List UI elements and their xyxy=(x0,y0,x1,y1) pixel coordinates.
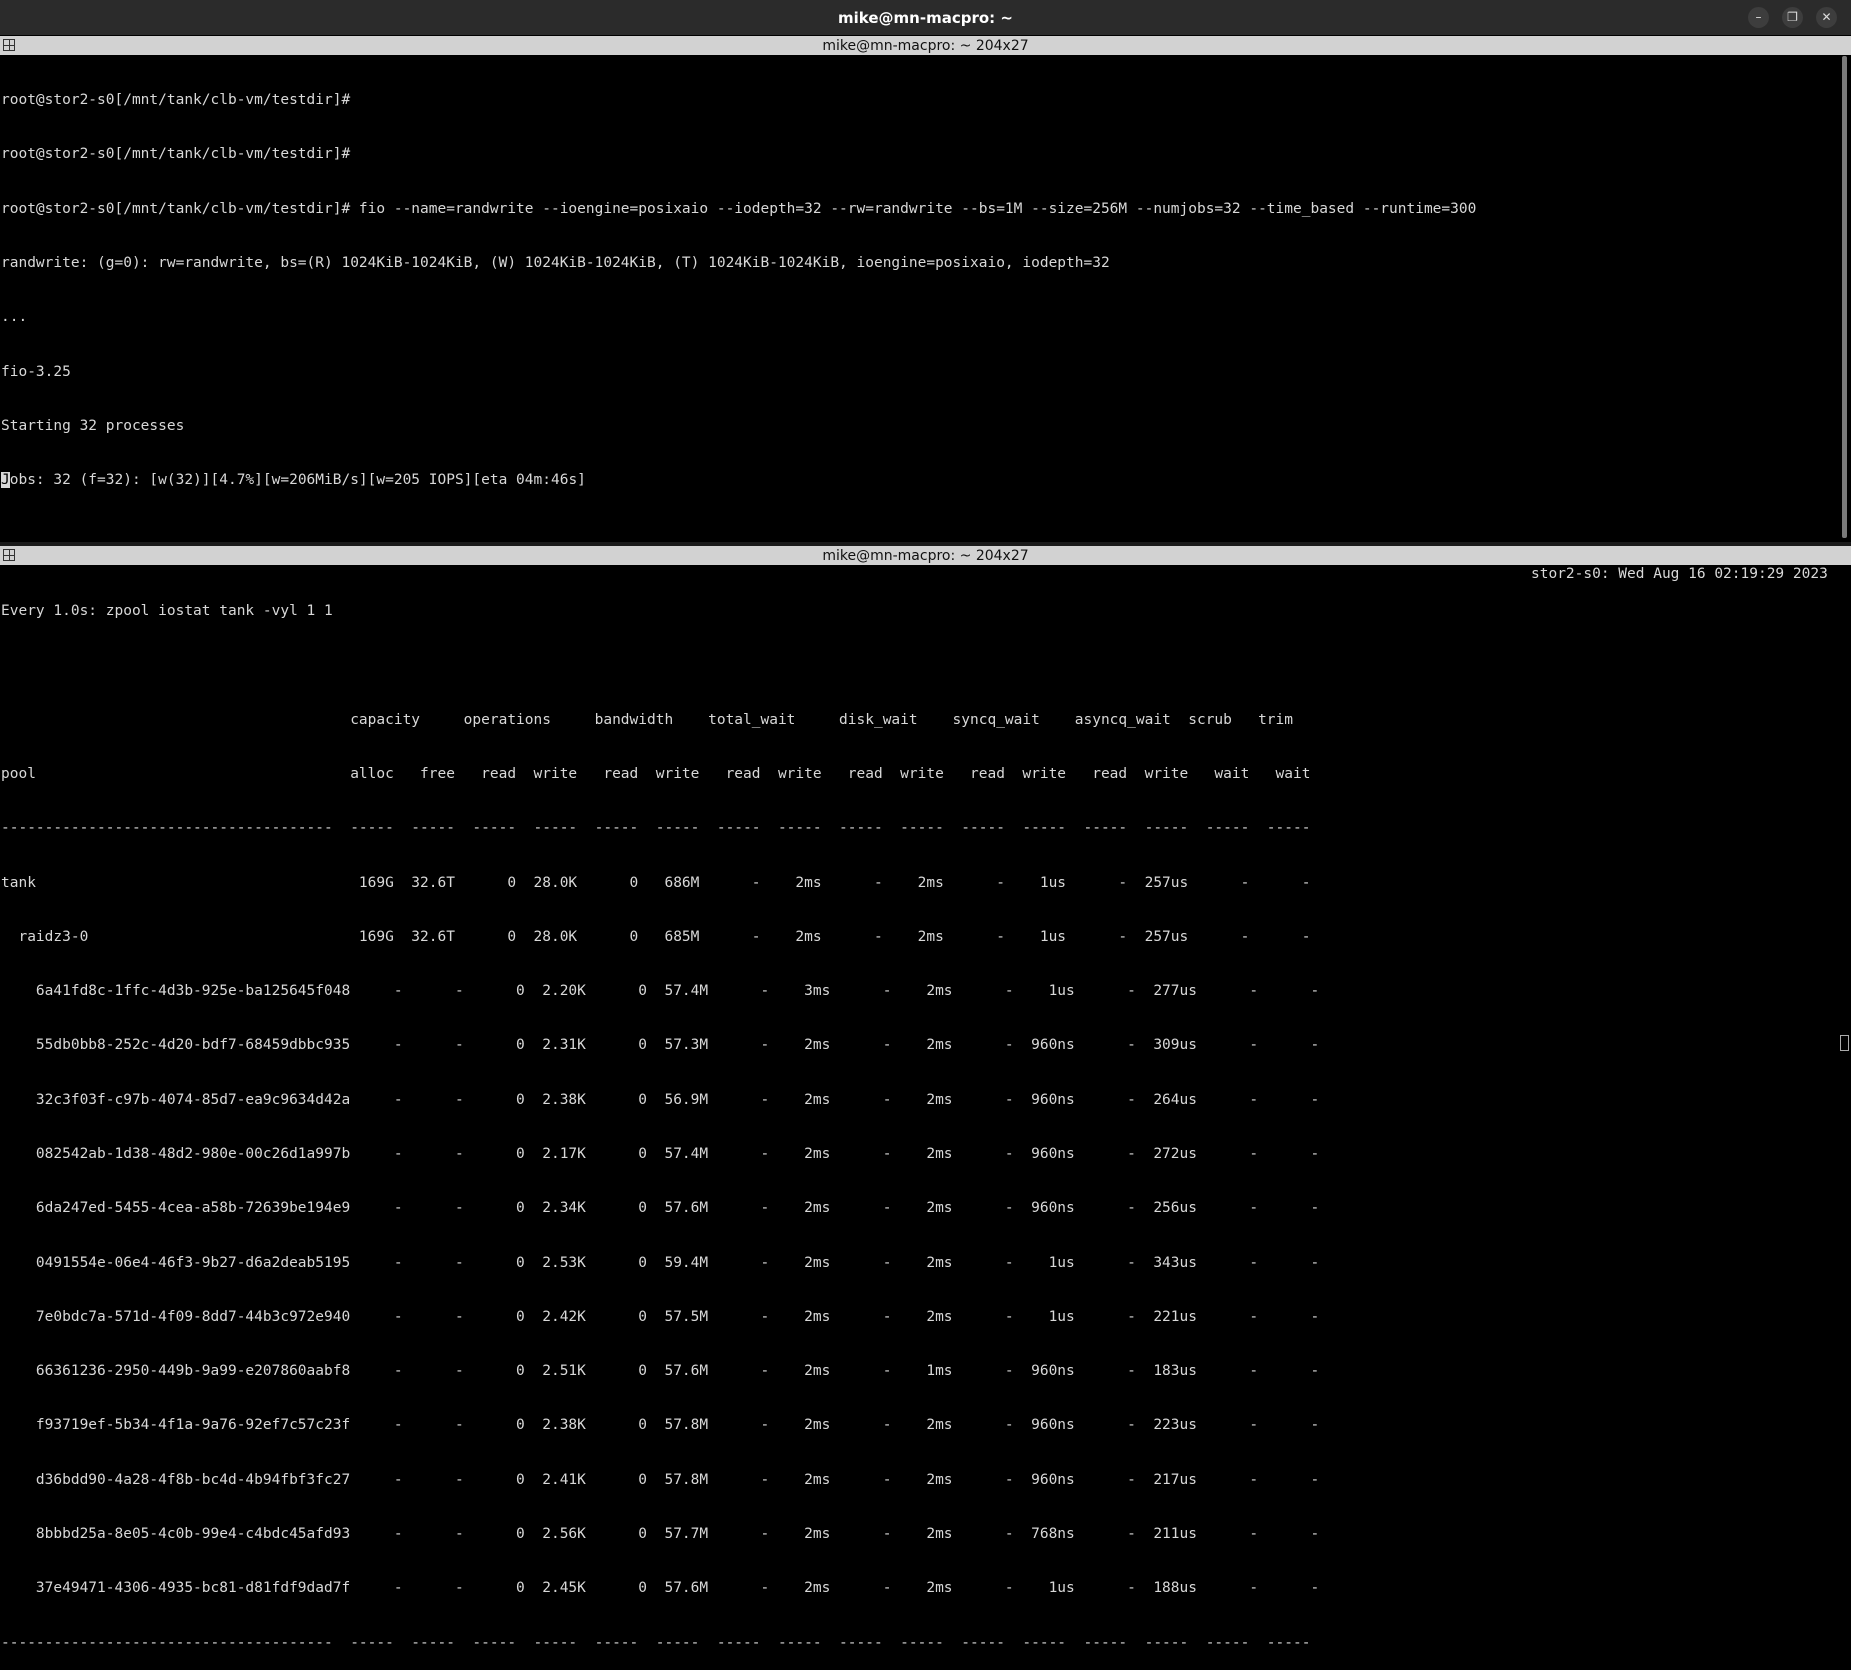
fio-jobs-status: obs: 32 (f=32): [w(32)][4.7%][w=206MiB/s… xyxy=(9,472,586,489)
iostat-row: tank 169G 32.6T 0 28.0K 0 686M - 2ms - 2… xyxy=(1,874,1311,891)
terminal-line: root@stor2-s0[/mnt/tank/clb-vm/testdir]# xyxy=(1,146,351,163)
terminal-line: root@stor2-s0[/mnt/tank/clb-vm/testdir]# xyxy=(1,92,351,109)
iostat-row: 6a41fd8c-1ffc-4d3b-925e-ba125645f048 - -… xyxy=(1,983,1320,1000)
bottom-pane-terminal[interactable]: Every 1.0s: zpool iostat tank -vyl 1 1 c… xyxy=(1,566,1319,1670)
iostat-header-columns: pool alloc free read write read write re… xyxy=(1,766,1311,783)
iostat-row: 082542ab-1d38-48d2-980e-00c26d1a997b - -… xyxy=(1,1146,1320,1162)
split-pane-icon[interactable] xyxy=(3,39,15,51)
iostat-separator: -------------------------------------- -… xyxy=(1,820,1311,837)
terminal-line: root@stor2-s0[/mnt/tank/clb-vm/testdir]#… xyxy=(1,200,1477,217)
window-titlebar: mike@mn-macpro: ~ – ❐ ✕ xyxy=(0,0,1851,35)
bottom-pane-title: mike@mn-macpro: ~ 204x27 xyxy=(822,547,1029,564)
iostat-row: raidz3-0 169G 32.6T 0 28.0K 0 685M - 2ms… xyxy=(1,928,1311,945)
window-title: mike@mn-macpro: ~ xyxy=(838,8,1013,27)
iostat-row: 32c3f03f-c97b-4074-85d7-ea9c9634d42a - -… xyxy=(1,1091,1320,1108)
terminal-line: fio-3.25 xyxy=(1,363,71,380)
top-pane-title: mike@mn-macpro: ~ 204x27 xyxy=(822,37,1029,54)
iostat-row: 8bbbd25a-8e05-4c0b-99e4-c4bdc45afd93 - -… xyxy=(1,1525,1320,1542)
iostat-header-groups: capacity operations bandwidth total_wait… xyxy=(1,711,1294,728)
split-pane-icon[interactable] xyxy=(3,549,15,561)
watch-status-right: stor2-s0: Wed Aug 16 02:19:29 2023 xyxy=(1531,566,1828,582)
top-pane-scrollbar[interactable] xyxy=(1842,56,1847,538)
terminal-line: ... xyxy=(1,309,28,326)
window-controls: – ❐ ✕ xyxy=(1748,7,1837,28)
minimize-button[interactable]: – xyxy=(1748,7,1769,28)
maximize-button[interactable]: ❐ xyxy=(1782,7,1803,28)
top-pane-titlebar[interactable]: mike@mn-macpro: ~ 204x27 xyxy=(0,36,1851,55)
bottom-pane-scrollbar[interactable] xyxy=(1840,1035,1849,1051)
terminal-line: randwrite: (g=0): rw=randwrite, bs=(R) 1… xyxy=(1,255,1110,272)
iostat-row: f93719ef-5b34-4f1a-9a76-92ef7c57c23f - -… xyxy=(1,1417,1320,1434)
top-pane-terminal[interactable]: root@stor2-s0[/mnt/tank/clb-vm/testdir]#… xyxy=(1,55,1476,507)
close-button[interactable]: ✕ xyxy=(1816,7,1837,28)
fio-jobs-line: Jobs: 32 (f=32): [w(32)][4.7%][w=206MiB/… xyxy=(1,471,1476,489)
iostat-row: 6da247ed-5455-4cea-a58b-72639be194e9 - -… xyxy=(1,1200,1320,1217)
iostat-row: 7e0bdc7a-571d-4f09-8dd7-44b3c972e940 - -… xyxy=(1,1308,1320,1325)
iostat-row: 55db0bb8-252c-4d20-bdf7-68459dbbc935 - -… xyxy=(1,1037,1320,1054)
terminal-cursor: J xyxy=(1,472,10,489)
iostat-row: d36bdd90-4a28-4f8b-bc4d-4b94fbf3fc27 - -… xyxy=(1,1471,1320,1488)
iostat-separator: -------------------------------------- -… xyxy=(1,1634,1311,1651)
iostat-row: 66361236-2950-449b-9a99-e207860aabf8 - -… xyxy=(1,1363,1320,1380)
iostat-row: 0491554e-06e4-46f3-9b27-d6a2deab5195 - -… xyxy=(1,1254,1320,1271)
iostat-row: 37e49471-4306-4935-bc81-d81fdf9dad7f - -… xyxy=(1,1580,1320,1597)
watch-header: Every 1.0s: zpool iostat tank -vyl 1 1 xyxy=(1,603,333,620)
bottom-pane-titlebar[interactable]: mike@mn-macpro: ~ 204x27 xyxy=(0,546,1851,565)
terminal-line: Starting 32 processes xyxy=(1,417,185,434)
